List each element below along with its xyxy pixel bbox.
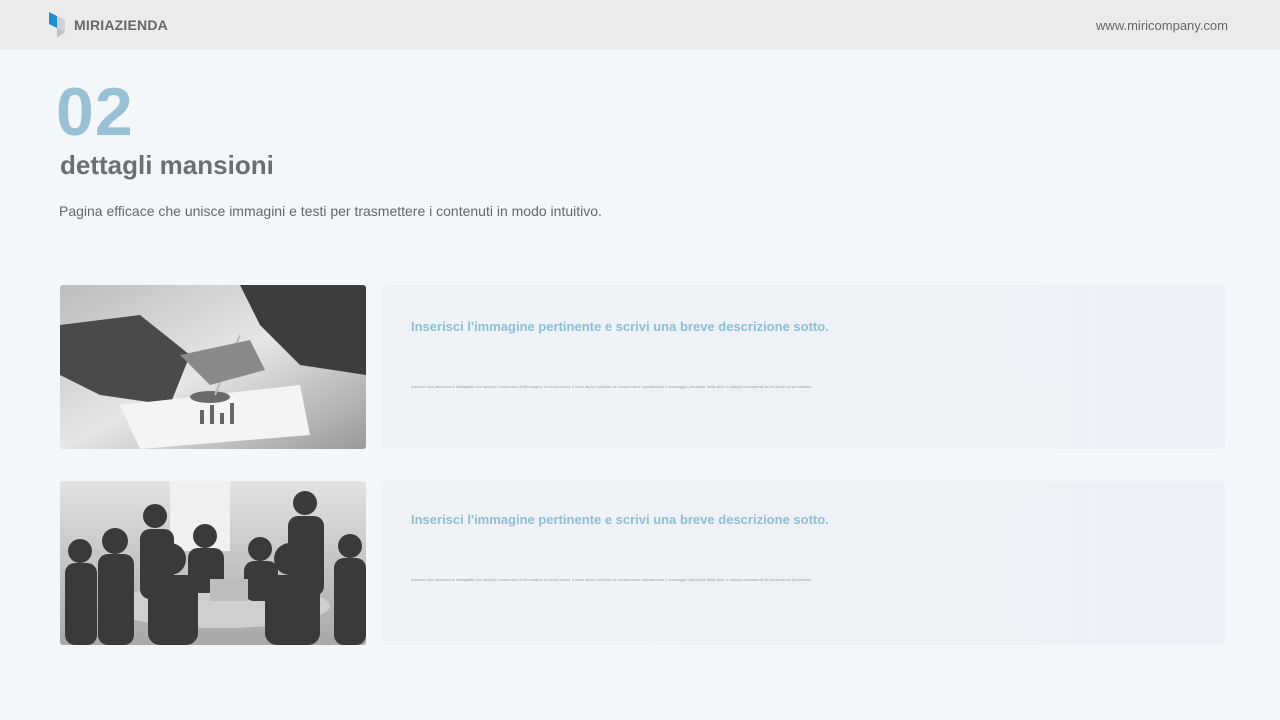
site-url-link[interactable]: www.miricompany.com <box>1096 18 1228 33</box>
card-body-text: Inserisci una descrizione dettagliata ch… <box>411 384 812 389</box>
brand-name: MIRIAZIENDA <box>74 17 168 33</box>
card-heading: Inserisci l'immagine pertinente e scrivi… <box>411 319 829 334</box>
top-bar: MIRIAZIENDA www.miricompany.com <box>0 0 1280 50</box>
card-heading: Inserisci l'immagine pertinente e scrivi… <box>411 512 829 527</box>
content-row: Inserisci l'immagine pertinente e scrivi… <box>60 481 1225 645</box>
content-row: Inserisci l'immagine pertinente e scrivi… <box>60 285 1225 449</box>
section-description: Pagina efficace che unisce immagini e te… <box>59 203 602 219</box>
brand-logo[interactable]: MIRIAZIENDA <box>48 12 168 38</box>
description-card: Inserisci l'immagine pertinente e scrivi… <box>381 285 1225 449</box>
team-meeting-photo <box>60 481 366 645</box>
business-meeting-chart-photo <box>60 285 366 449</box>
description-card: Inserisci l'immagine pertinente e scrivi… <box>381 481 1225 645</box>
section-number: 02 <box>56 74 134 150</box>
logo-icon <box>48 12 66 38</box>
card-body-text: Inserisci una descrizione dettagliata ch… <box>411 577 812 582</box>
section-title: dettagli mansioni <box>60 150 274 180</box>
